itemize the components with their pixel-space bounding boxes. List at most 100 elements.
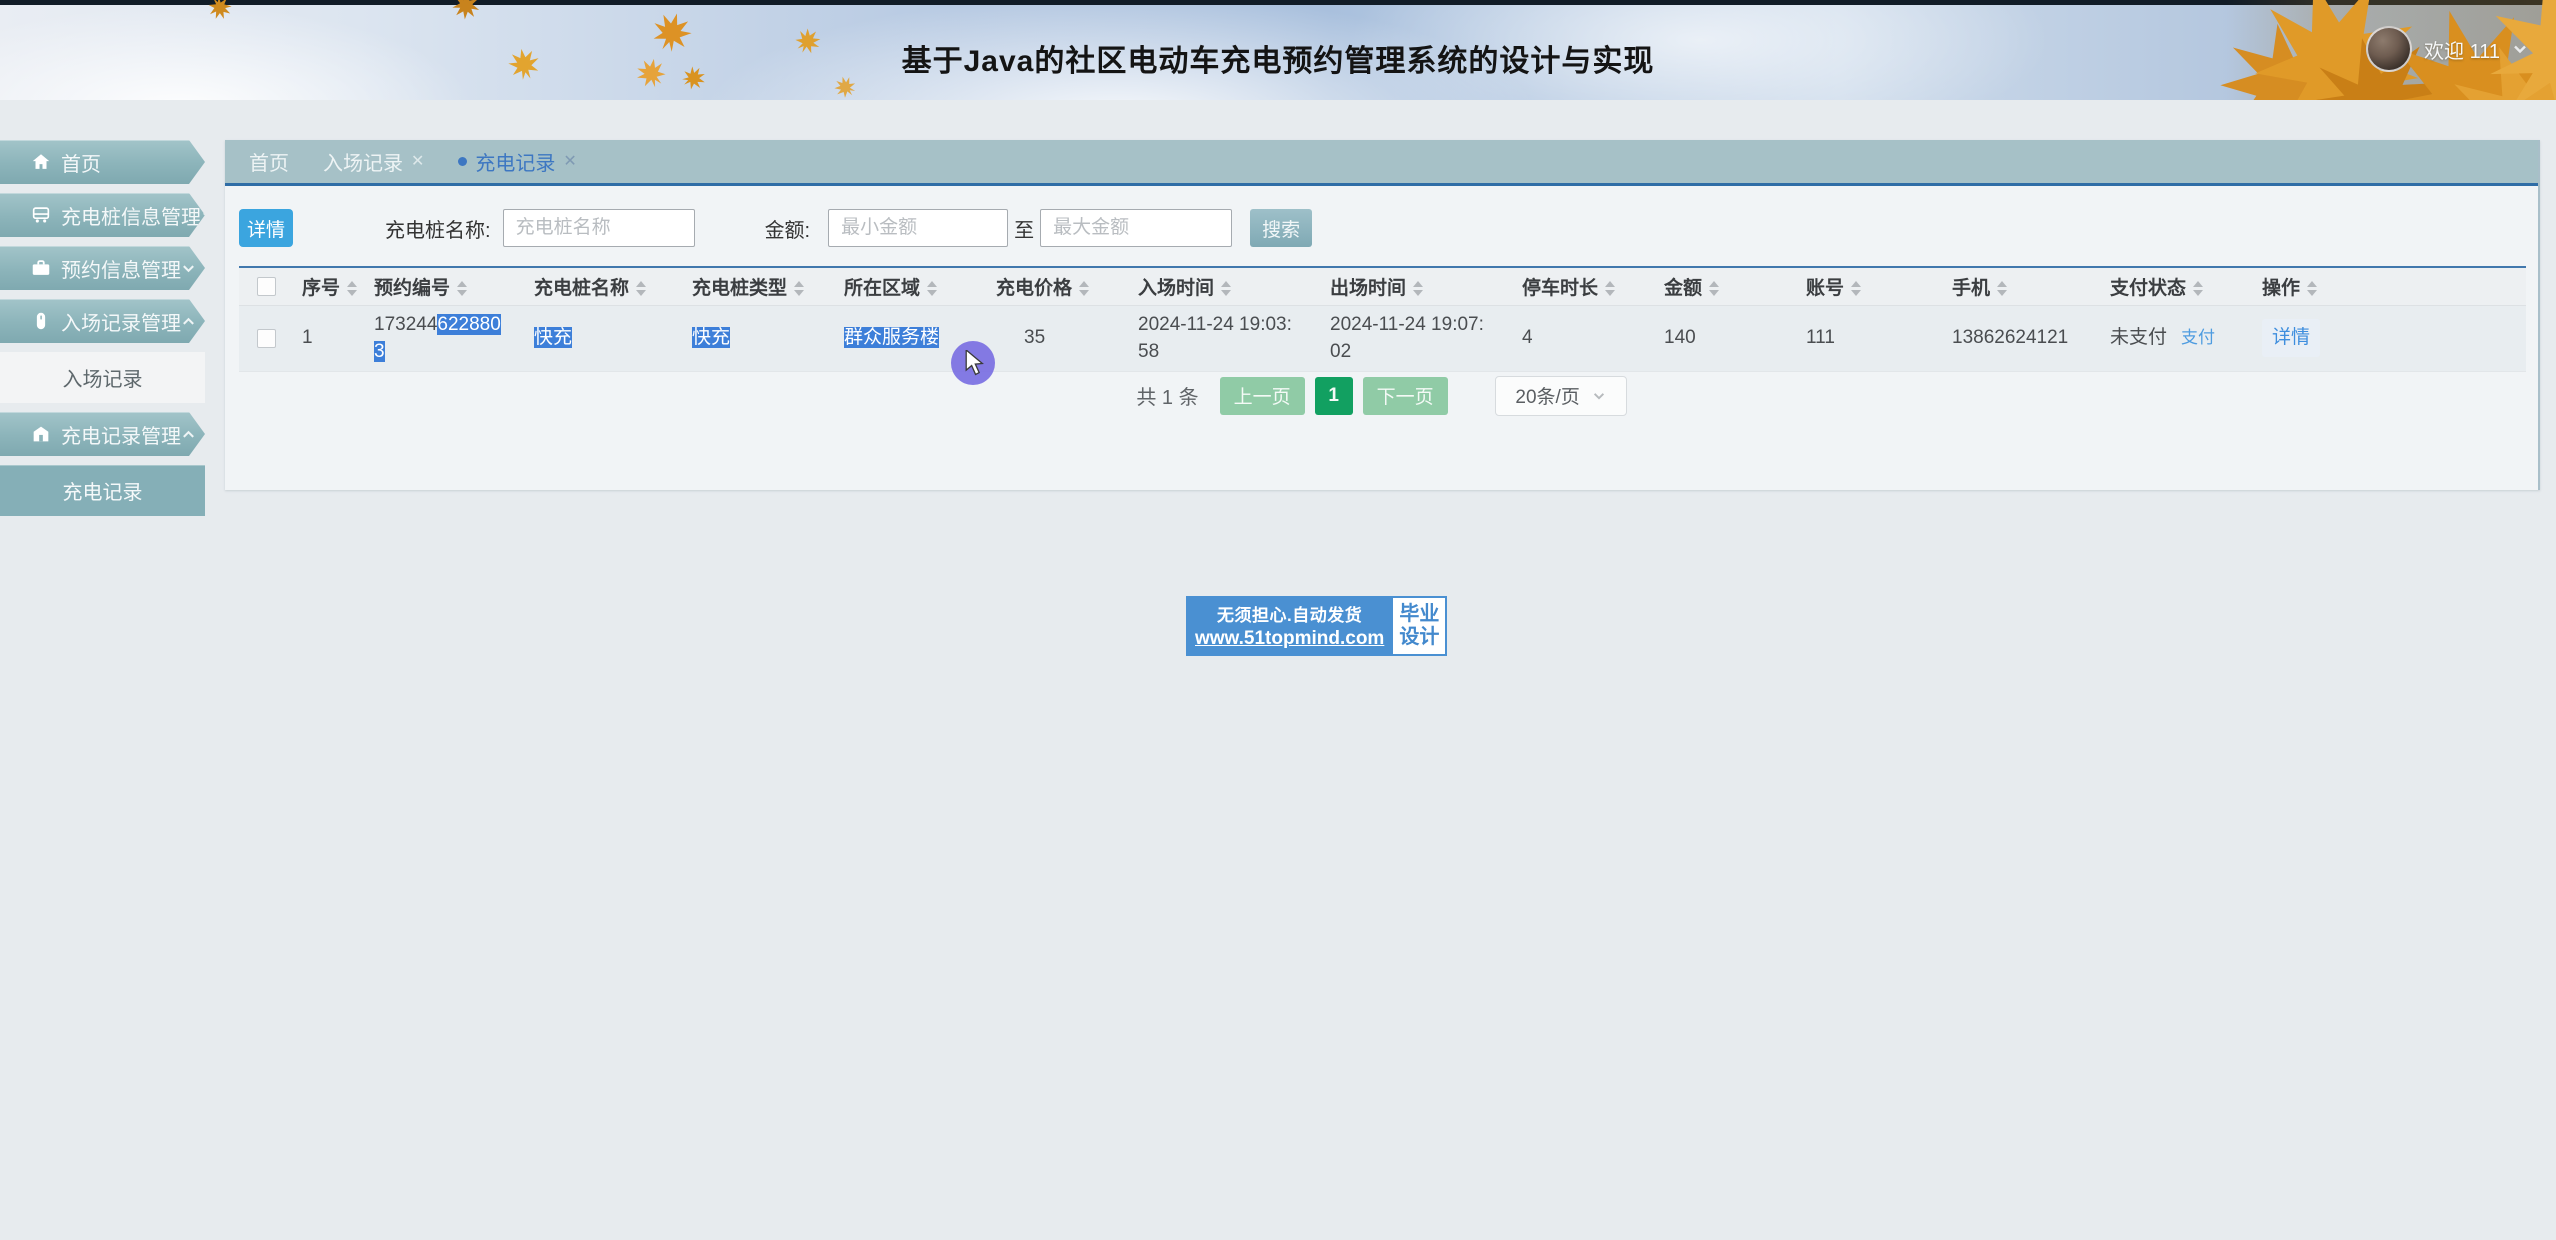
sort-icon[interactable] [1221,281,1231,296]
sort-icon[interactable] [1079,281,1089,296]
sort-icon[interactable] [636,281,646,296]
bag-icon [30,423,52,445]
tab-bar: 首页 入场记录 ✕ 充电记录 ✕ [225,140,2538,186]
search-button[interactable]: 搜索 [1250,209,1312,247]
user-menu[interactable]: 欢迎 111 [2366,26,2528,72]
detail-button[interactable]: 详情 [239,209,293,247]
max-amount-input[interactable] [1040,209,1232,247]
watermark-banner: 无须担心.自动发货 www.51topmind.com 毕业 设计 [1186,596,1447,656]
page-title: 基于Java的社区电动车充电预约管理系统的设计与实现 [0,36,2556,80]
column-header: 预约编号 [356,267,516,305]
pagination: 共 1 条 上一页 1 下一页 20条/页 [225,388,2538,430]
cell-exit-time: 2024-11-24 19:07:02 [1312,305,1504,371]
sidebar-subitem-entry-records[interactable]: 入场记录 [0,352,205,403]
pay-link[interactable]: 支付 [2181,328,2215,347]
page-size-select[interactable]: 20条/页 [1495,376,1627,416]
sidebar-item-label: 入场记录管理 [61,307,181,336]
sidebar-subitem-charging-records[interactable]: 充电记录 [0,465,205,516]
sidebar-item-home[interactable]: 首页 [0,140,205,184]
column-header: 出场时间 [1312,267,1504,305]
pile-name-label: 充电桩名称: [385,214,491,243]
column-header: 操作 [2244,267,2526,305]
sidebar-subitem-label: 充电记录 [63,476,143,505]
next-page-button[interactable]: 下一页 [1363,377,1448,415]
selected-text: 快充 [534,327,572,348]
sidebar-item-pile-management[interactable]: 充电桩信息管理 [0,193,205,237]
column-header: 账号 [1788,267,1934,305]
cell-pile-type: 快充 [674,305,826,371]
sort-icon[interactable] [347,281,357,296]
sidebar-subitem-label: 入场记录 [63,363,143,392]
row-checkbox[interactable] [257,329,276,348]
app-header: 基于Java的社区电动车充电预约管理系统的设计与实现 欢迎 111 [0,0,2556,100]
sort-icon[interactable] [2193,281,2203,296]
cell-amount: 140 [1646,305,1788,371]
watermark-badge: 毕业 设计 [1393,596,1447,656]
sort-icon[interactable] [1997,281,2007,296]
pile-name-input[interactable] [503,209,695,247]
tab-charging-records[interactable]: 充电记录 ✕ [458,147,576,176]
selected-text: 快充 [692,327,730,348]
sort-icon[interactable] [1851,281,1861,296]
cell-booking-no: 1732446228803 [356,305,516,371]
close-icon[interactable]: ✕ [563,154,576,170]
welcome-text: 欢迎 111 [2424,35,2500,64]
sort-icon[interactable] [794,281,804,296]
sort-icon[interactable] [1605,281,1615,296]
sort-icon[interactable] [1709,281,1719,296]
table-row[interactable]: 1 1732446228803 快充 快充 群众服务楼 35 2024-11-2… [239,305,2526,371]
column-header: 所在区域 [826,267,978,305]
sort-icon[interactable] [927,281,937,296]
sidebar-item-charging-record-management[interactable]: 充电记录管理 [0,412,205,456]
sidebar-item-label: 充电桩信息管理 [61,201,201,230]
column-header: 充电桩类型 [674,267,826,305]
cell-action: 详情 [2244,305,2526,371]
chevron-up-icon [181,314,196,329]
chevron-up-icon [181,427,196,442]
amount-label: 金额: [765,214,811,243]
sidebar-item-label: 预约信息管理 [61,254,181,283]
sort-icon[interactable] [457,281,467,296]
select-all-checkbox[interactable] [257,277,276,296]
home-icon [30,151,52,173]
cell-entry-time: 2024-11-24 19:03:58 [1120,305,1312,371]
sidebar-item-booking-management[interactable]: 预约信息管理 [0,246,205,290]
column-header: 停车时长 [1504,267,1646,305]
sidebar: 首页 充电桩信息管理 预约信息管理 入场记录管理 入场记录 充电记录管理 充电记… [0,140,205,525]
total-count: 共 1 条 [1136,381,1198,410]
page-number-button[interactable]: 1 [1315,377,1353,415]
tab-entry-records[interactable]: 入场记录 ✕ [323,147,424,176]
cell-area: 群众服务楼 [826,305,978,371]
chevron-down-icon[interactable] [2512,41,2528,57]
avatar[interactable] [2366,26,2412,72]
top-border [0,0,2556,5]
sidebar-item-label: 充电记录管理 [61,420,181,449]
sort-icon[interactable] [2307,281,2317,296]
mouse-icon [30,310,52,332]
charging-pile-icon [30,204,52,226]
briefcase-icon [30,257,52,279]
sidebar-item-label: 首页 [61,148,101,177]
tab-home[interactable]: 首页 [249,147,289,176]
cell-pay-status: 未支付支付 [2092,305,2244,371]
close-icon[interactable]: ✕ [411,154,424,170]
sort-icon[interactable] [1413,281,1423,296]
cell-phone: 13862624121 [1934,305,2092,371]
column-header: 充电价格 [978,267,1120,305]
cell-price: 35 [978,305,1120,371]
min-amount-input[interactable] [828,209,1008,247]
chevron-down-icon [181,261,196,276]
active-tab-dot-icon [458,157,467,166]
sidebar-item-entry-record-management[interactable]: 入场记录管理 [0,299,205,343]
cell-duration: 4 [1504,305,1646,371]
cell-account: 111 [1788,305,1934,371]
selected-text: 群众服务楼 [844,327,939,348]
chevron-down-icon [1592,389,1606,403]
prev-page-button[interactable]: 上一页 [1220,377,1305,415]
chevron-down-icon [201,208,216,223]
to-label: 至 [1014,214,1034,243]
row-detail-button[interactable]: 详情 [2262,319,2320,357]
cell-index: 1 [284,305,356,371]
column-header: 序号 [284,267,356,305]
column-header: 入场时间 [1120,267,1312,305]
